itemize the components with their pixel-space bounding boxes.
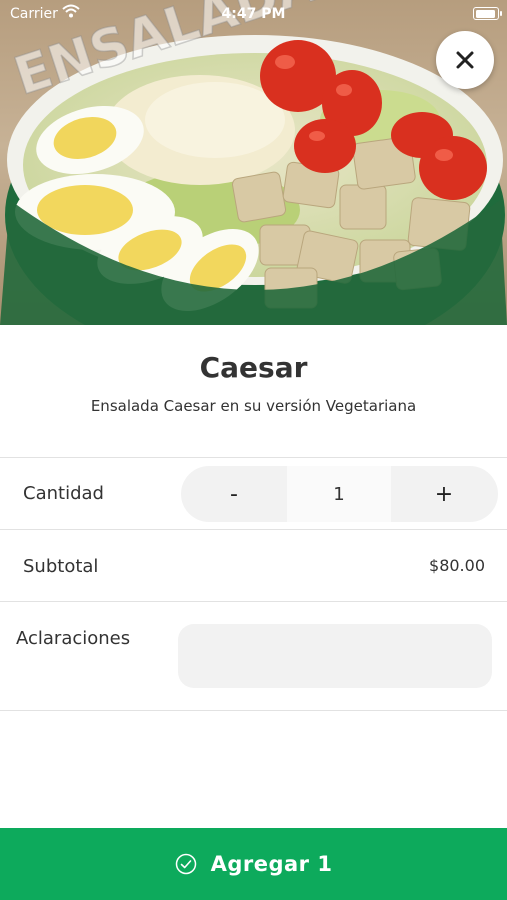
close-icon bbox=[456, 51, 474, 69]
quantity-value: 1 bbox=[287, 466, 391, 522]
subtotal-value: $80.00 bbox=[429, 556, 485, 575]
subtotal-label: Subtotal bbox=[23, 556, 99, 577]
product-image: ENSALADA bbox=[0, 0, 507, 325]
close-button[interactable] bbox=[436, 31, 494, 89]
product-title: Caesar bbox=[199, 351, 308, 384]
subtotal-row: Subtotal $80.00 bbox=[0, 529, 507, 602]
battery-icon bbox=[473, 7, 502, 20]
status-time: 4:47 PM bbox=[221, 6, 286, 22]
quantity-stepper: - 1 + bbox=[181, 466, 498, 522]
add-button-label: Agregar 1 bbox=[210, 852, 333, 876]
product-description: Ensalada Caesar en su versión Vegetarian… bbox=[90, 397, 417, 415]
decrease-quantity-button[interactable]: - bbox=[181, 466, 287, 522]
increase-quantity-button[interactable]: + bbox=[391, 466, 497, 522]
check-circle-icon bbox=[175, 853, 196, 875]
quantity-label: Cantidad bbox=[23, 483, 104, 504]
notes-input[interactable] bbox=[178, 624, 492, 688]
notes-label: Aclaraciones bbox=[16, 628, 131, 649]
quantity-row: Cantidad - 1 + bbox=[0, 457, 507, 530]
add-to-cart-button[interactable]: Agregar 1 bbox=[0, 828, 507, 900]
notes-row: Aclaraciones bbox=[0, 601, 507, 711]
product-info: Caesar Ensalada Caesar en su versión Veg… bbox=[0, 325, 507, 457]
battery-level bbox=[475, 9, 495, 18]
status-bar: Carrier 4:47 PM bbox=[0, 0, 507, 28]
